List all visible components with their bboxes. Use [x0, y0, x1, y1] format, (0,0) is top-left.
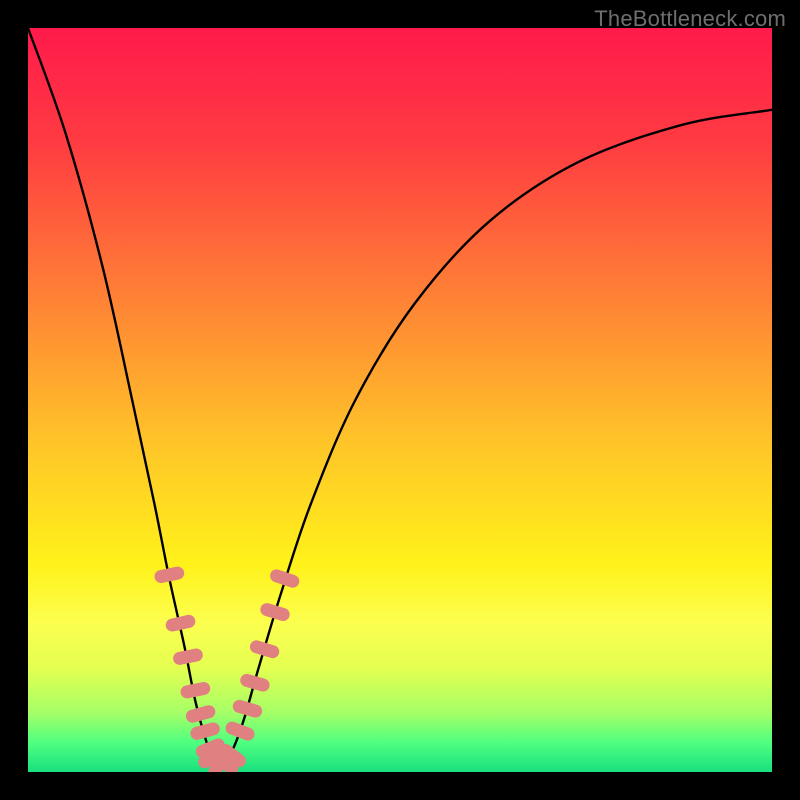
curve-layer	[28, 28, 772, 772]
marker-capsule	[172, 647, 204, 666]
chart-frame: TheBottleneck.com	[0, 0, 800, 800]
marker-capsule	[268, 568, 301, 590]
marker-capsule	[224, 720, 257, 743]
plot-area	[28, 28, 772, 772]
marker-capsule	[153, 566, 185, 585]
marker-capsule	[259, 602, 291, 623]
marker-capsule	[231, 698, 263, 719]
watermark-text: TheBottleneck.com	[594, 6, 786, 32]
marker-capsule	[248, 639, 280, 660]
marker-capsule	[239, 672, 271, 693]
bottleneck-curve	[28, 28, 772, 765]
marker-capsule	[179, 681, 211, 700]
